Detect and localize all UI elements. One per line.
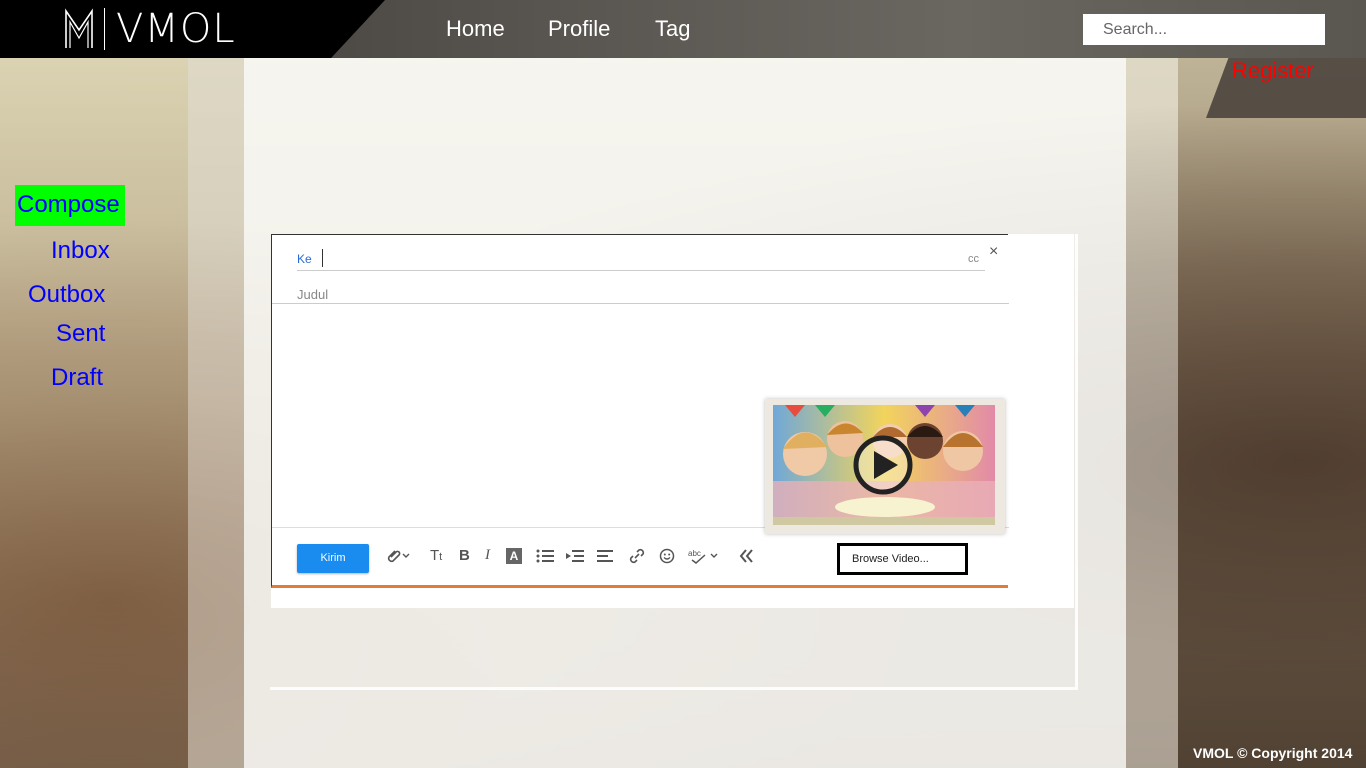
text-color-icon[interactable]: A [506,548,522,564]
nav-profile[interactable]: Profile [548,16,610,42]
top-navigation-bar: VMOL Home Profile Tag [0,0,1366,58]
divider [297,270,985,271]
svg-text:abc: abc [688,549,701,558]
cc-link[interactable]: cc [968,253,979,265]
logo-divider [104,8,105,50]
register-link[interactable]: Register [1232,58,1314,84]
send-button[interactable]: Kirim [297,544,369,573]
bullet-list-icon[interactable] [536,549,554,563]
italic-icon[interactable]: I [485,547,490,564]
align-icon[interactable] [597,549,615,563]
sidebar-item-draft[interactable]: Draft [51,364,103,392]
video-preview-image [773,405,995,525]
to-label: Ke [297,252,312,266]
copyright-text: VMOL © Copyright 2014 [1193,745,1353,761]
attachment-icon[interactable] [385,548,413,564]
subject-field[interactable]: Judul [297,287,328,302]
sidebar-item-sent[interactable]: Sent [56,320,105,348]
background-left [0,58,188,768]
search-input[interactable] [1083,14,1325,45]
to-field[interactable] [322,249,323,267]
spellcheck-icon[interactable]: abc [688,548,722,564]
background-right [1178,58,1366,768]
sidebar-item-inbox[interactable]: Inbox [51,237,110,265]
divider [272,303,1009,304]
video-thumbnail[interactable] [765,399,1005,534]
logo-text[interactable]: VMOL [116,6,236,52]
bold-icon[interactable]: B [459,547,470,564]
emoji-icon[interactable] [659,548,675,564]
browse-video-button[interactable]: Browse Video... [837,543,968,575]
nav-home[interactable]: Home [446,16,505,42]
link-icon[interactable] [628,548,646,564]
text-size-icon[interactable]: Tt [430,547,442,564]
nav-tag[interactable]: Tag [655,16,690,42]
collapse-icon[interactable] [739,548,755,564]
indent-icon[interactable] [566,549,584,563]
compose-window: Ke cc × Judul Kirim Tt B I A abc Browse … [271,234,1074,608]
sidebar-item-compose[interactable]: Compose [15,185,125,226]
close-icon[interactable]: × [989,243,998,261]
logo-icon [65,8,93,48]
sidebar-item-outbox[interactable]: Outbox [28,281,105,309]
